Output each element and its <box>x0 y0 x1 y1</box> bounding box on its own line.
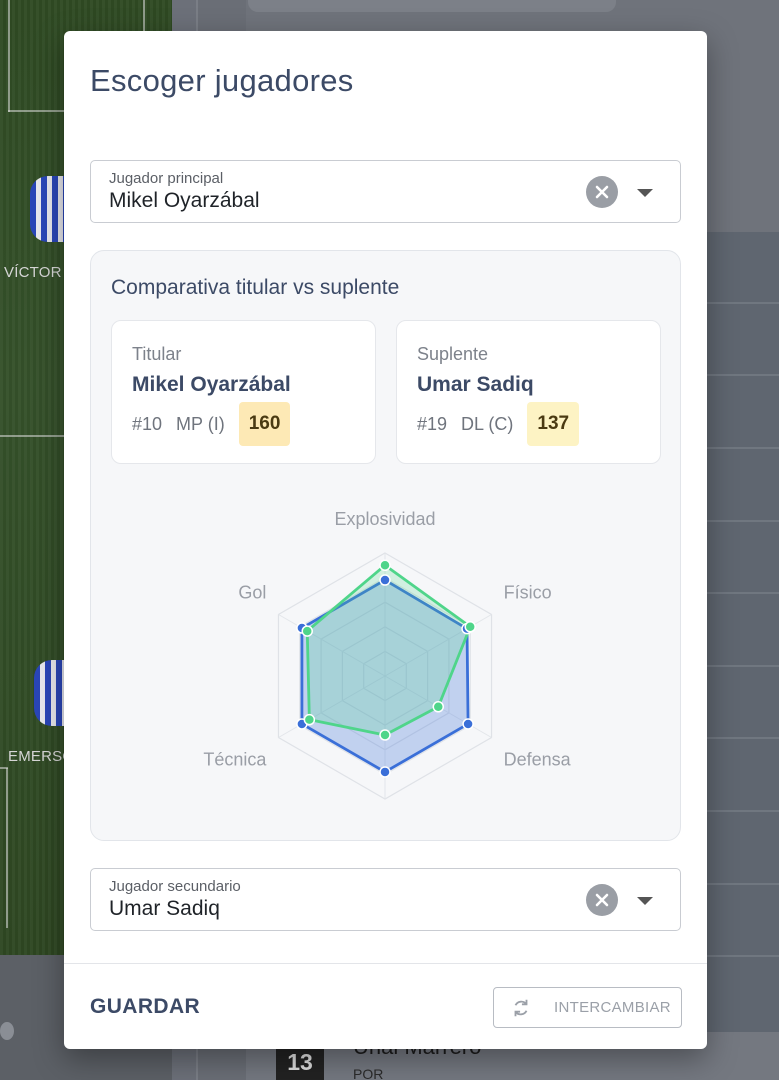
radar-point <box>301 625 313 637</box>
radar-point <box>379 766 391 778</box>
list-divider <box>706 665 779 667</box>
comparison-title: Comparativa titular vs suplente <box>111 276 400 299</box>
clear-icon[interactable] <box>586 884 618 916</box>
swap-button-label: INTERCAMBIAR <box>554 999 671 1016</box>
substitute-meta: #19 DL (C) 137 <box>417 402 580 446</box>
starter-number: #10 <box>132 413 163 434</box>
list-divider <box>706 447 779 449</box>
radar-axis-label: Gol <box>238 583 266 603</box>
chevron-down-icon[interactable] <box>637 897 653 905</box>
primary-player-label: Jugador principal <box>109 170 224 187</box>
starter-position: MP (I) <box>176 413 225 434</box>
secondary-player-label: Jugador secundario <box>109 878 241 895</box>
primary-player-value: Mikel Oyarzábal <box>109 189 260 212</box>
list-divider <box>706 955 779 957</box>
radar-axis-label: Técnica <box>203 750 267 770</box>
swap-arrows-icon <box>514 999 528 1016</box>
clear-icon[interactable] <box>586 176 618 208</box>
panel-pill <box>248 0 616 12</box>
list-divider <box>706 883 779 885</box>
starter-name: Mikel Oyarzábal <box>132 373 291 396</box>
starter-meta: #10 MP (I) 160 <box>132 402 291 446</box>
radar-point <box>462 718 474 730</box>
substitute-card: Suplente Umar Sadiq #19 DL (C) 137 <box>396 320 661 464</box>
radar-axis-label: Defensa <box>504 750 572 770</box>
secondary-player-value: Umar Sadiq <box>109 897 220 920</box>
pitch-player-name: VÍCTOR <box>4 264 62 281</box>
starter-score-badge: 160 <box>238 402 291 446</box>
list-divider <box>706 592 779 594</box>
list-item-position: POR <box>353 1066 384 1080</box>
substitute-name: Umar Sadiq <box>417 373 534 396</box>
substitute-position: DL (C) <box>461 413 514 434</box>
radar-point <box>379 729 391 741</box>
dialog-title: Escoger jugadores <box>90 63 354 98</box>
comparison-card: Comparativa titular vs suplente Titular … <box>90 250 681 841</box>
substitute-number: #19 <box>417 413 448 434</box>
chevron-down-icon[interactable] <box>637 189 653 197</box>
radar-point <box>464 621 476 633</box>
player-list <box>706 232 779 1032</box>
radar-chart: ExplosividadFísicoDefensaVisiónTécnicaGo… <box>203 509 572 800</box>
substitute-score-badge: 137 <box>527 402 580 446</box>
list-divider <box>706 737 779 739</box>
radar-point <box>432 701 445 713</box>
choose-players-dialog: Escoger jugadores Jugador principal Mike… <box>64 31 707 1049</box>
substitute-role: Suplente <box>417 344 489 364</box>
radar-point <box>303 713 316 726</box>
list-divider <box>706 302 779 304</box>
scroll-dot <box>0 1022 14 1040</box>
list-divider <box>706 520 779 522</box>
save-button[interactable]: GUARDAR <box>90 995 200 1019</box>
list-divider <box>706 810 779 812</box>
footer-divider <box>64 963 707 964</box>
list-item-number: 13 <box>276 1045 324 1080</box>
player-jersey[interactable] <box>30 176 66 242</box>
starter-card: Titular Mikel Oyarzábal #10 MP (I) 160 <box>111 320 376 464</box>
radar-axis-label: Físico <box>504 583 552 603</box>
secondary-player-select[interactable]: Jugador secundario Umar Sadiq <box>90 868 681 931</box>
radar-axis-label: Explosividad <box>334 509 435 529</box>
radar-point <box>379 574 391 586</box>
radar-point <box>379 559 391 572</box>
list-divider <box>706 374 779 376</box>
primary-player-select[interactable]: Jugador principal Mikel Oyarzábal <box>90 160 681 223</box>
starter-role: Titular <box>132 344 182 364</box>
swap-button[interactable]: INTERCAMBIAR <box>493 987 682 1028</box>
